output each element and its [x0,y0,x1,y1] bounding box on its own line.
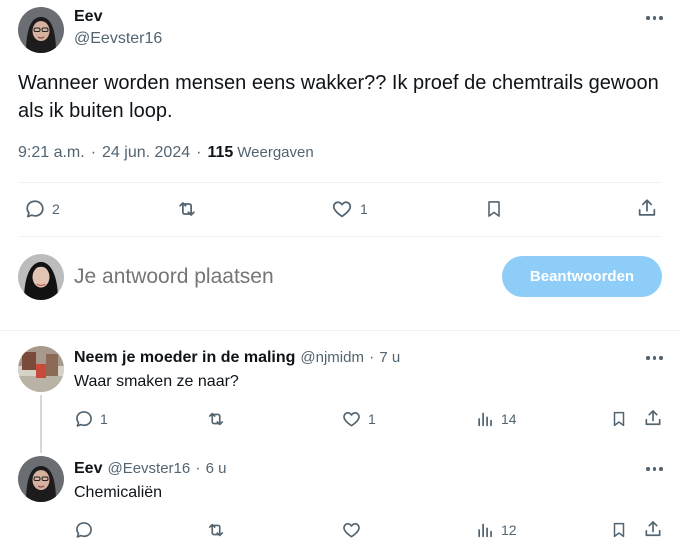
reply-author-handle[interactable]: @njmidm [300,349,364,366]
share-button[interactable] [643,408,663,428]
reply-icon [26,200,44,218]
reply-age[interactable]: 6 u [206,460,227,477]
avatar-image [18,7,64,53]
retweet-button[interactable] [205,520,233,540]
like-count: 1 [368,411,376,427]
views-button[interactable]: 14 [476,409,517,429]
retweet-icon [179,202,195,216]
tweet-time[interactable]: 9:21 a.m. [18,144,85,162]
divider [18,182,662,183]
reply-text: Waar smaken ze naar? [74,373,239,390]
bookmark-button[interactable] [610,409,628,429]
more-icon[interactable] [646,467,663,471]
reply-header: Neem je moeder in de maling @njmidm · 7 … [74,349,400,367]
meta-separator: · [368,349,375,366]
retweet-icon [208,412,224,426]
like-button[interactable]: 1 [330,198,368,220]
reply-compose-input[interactable] [74,262,474,292]
reply-header: Eev @Eevster16 · 6 u [74,460,226,478]
avatar-current-user[interactable] [18,254,64,300]
like-button[interactable] [341,520,368,540]
like-icon [343,412,360,427]
reply-age[interactable]: 7 u [379,349,400,366]
views-count: 115 [207,144,234,161]
tweet-text: Wanneer worden mensen eens wakker?? Ik p… [18,72,659,122]
avatar-image [18,254,64,300]
avatar-eev[interactable] [18,7,64,53]
retweet-button[interactable] [205,409,233,429]
reply-author-name[interactable]: Neem je moeder in de maling [74,349,295,367]
meta-separator: · [196,144,202,161]
share-icon [638,199,656,216]
reply-author-handle[interactable]: @Eevster16 [107,460,190,477]
bookmark-icon [613,522,625,538]
tweet-meta: 9:21 a.m. · 24 jun. 2024 · 115 Weergaven [18,144,314,162]
reply-icon [76,411,92,427]
bookmark-button[interactable] [484,198,504,220]
tweet-date[interactable]: 24 jun. 2024 [102,144,190,162]
reply-text: Chemicaliën [74,484,163,501]
like-button[interactable]: 1 [341,409,376,429]
views-count: 12 [501,522,517,538]
reply-count: 2 [52,201,60,217]
section-separator [0,330,680,331]
avatar-eev[interactable] [18,456,64,502]
reply-button[interactable] [74,520,100,540]
bookmark-icon [613,411,625,427]
avatar-njmidm[interactable] [18,346,64,392]
reply-icon [76,522,92,538]
retweet-icon [208,523,224,537]
meta-separator: · [195,460,201,477]
share-icon [645,410,661,426]
thread-line [40,395,42,453]
bookmark-button[interactable] [610,520,628,540]
more-icon[interactable] [646,356,663,360]
views-button[interactable]: 12 [476,520,517,540]
like-icon [332,201,352,218]
share-icon [645,521,661,537]
reply-submit-button[interactable]: Beantwoorden [502,256,662,297]
reply-button[interactable]: 1 [74,409,108,429]
share-button[interactable] [643,519,663,539]
divider [18,236,662,237]
author-name[interactable]: Eev [74,8,102,26]
views-count: 14 [501,411,517,427]
views-icon [478,523,492,538]
avatar-image [18,456,64,502]
avatar-image [18,346,64,392]
like-icon [343,523,360,538]
more-icon[interactable] [646,16,663,20]
author-handle[interactable]: @Eevster16 [74,30,162,48]
views-label: Weergaven [237,144,314,161]
like-count: 1 [360,201,368,217]
reply-author-name[interactable]: Eev [74,460,102,478]
reply-button[interactable]: 2 [24,198,60,220]
bookmark-icon [488,201,500,217]
views-icon [478,412,492,427]
meta-separator: · [90,144,97,161]
reply-count: 1 [100,411,108,427]
retweet-button[interactable] [175,198,205,220]
share-button[interactable] [636,197,658,219]
